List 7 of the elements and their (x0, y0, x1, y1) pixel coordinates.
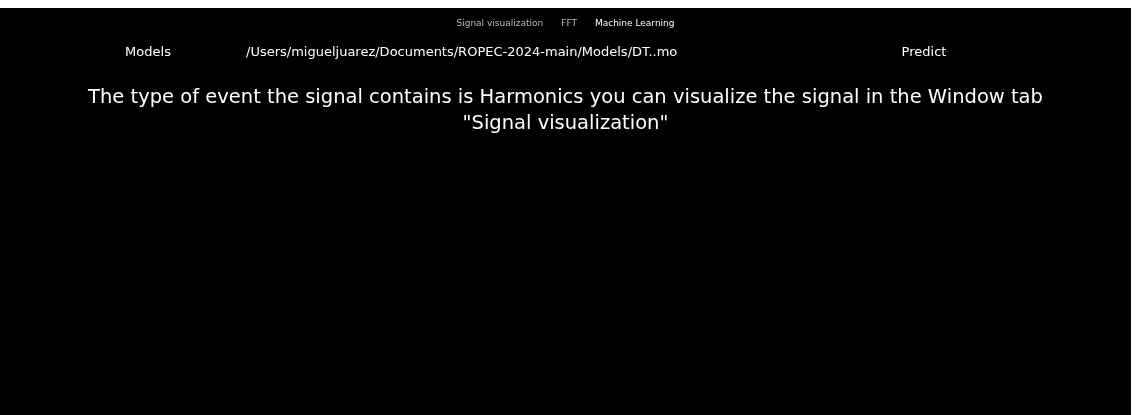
tab[interactable]: FFT (559, 14, 579, 32)
model-path: /Users/migueljuarez/Documents/ROPEC-2024-main/Models/DT..mo (246, 43, 679, 59)
models-button[interactable]: Models (100, 43, 196, 59)
result-message: The type of event the signal contains is Harmonics you can visualize the signal in the Window tab "Signal visualization" (87, 84, 1044, 136)
predict-button[interactable]: Predict (874, 43, 974, 59)
tab[interactable]: Machine Learning (592, 14, 677, 32)
tab[interactable]: Signal visualization (454, 14, 546, 32)
